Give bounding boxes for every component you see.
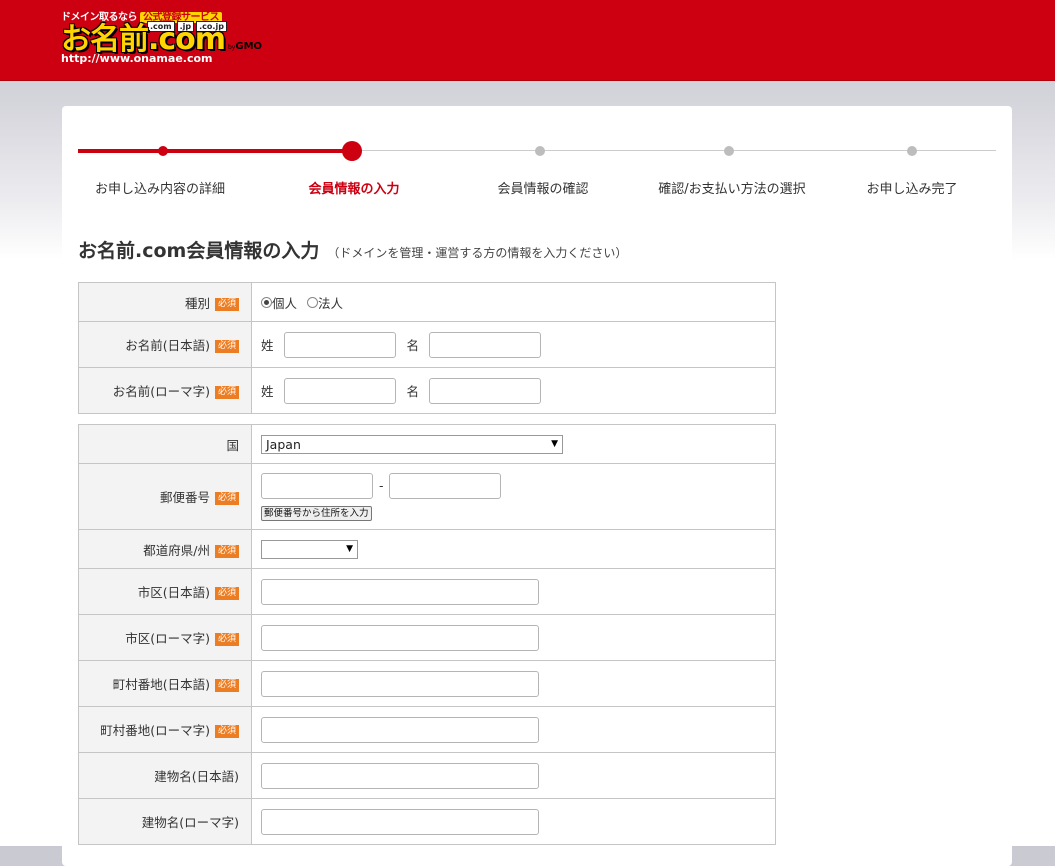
table-row: 町村番地(ローマ字) 必須 [78,706,776,753]
table-row: 都道府県/州 必須 ▼ [78,529,776,569]
table-row: 郵便番号 必須 - 郵便番号から住所を入力 [78,463,776,530]
step-label-member-input: 会員情報の入力 [308,182,400,197]
type-individual-radio[interactable] [261,296,272,308]
step-label-member-confirm: 会員情報の確認 [497,182,589,197]
step-dot-active [342,141,362,161]
chevron-down-icon: ▼ [346,543,353,554]
page-subtitle: （ドメインを管理・運営する方の情報を入力ください） [327,246,628,260]
required-badge: 必須 [214,340,239,353]
field-label: 建物名(日本語) [78,752,252,799]
logo-by-gmo: byGMO [228,41,263,52]
table-row: お名前(日本語) 必須 姓 名 [78,321,776,368]
field-label: お名前(日本語) 必須 [78,321,252,368]
city-jp-input[interactable] [261,578,539,605]
prefecture-select[interactable]: ▼ [261,539,358,559]
postal-lookup-button[interactable]: 郵便番号から住所を入力 [261,505,372,521]
field-label: 市区(ローマ字) 必須 [78,614,252,661]
step-dot [724,146,734,156]
progress-fill [78,149,353,153]
table-row: 種別 必須 個人 法人 [78,282,776,322]
field-label: 国 [78,424,252,464]
step-label-details: お申し込み内容の詳細 [94,182,226,197]
table-row: 建物名(日本語) [78,752,776,799]
chevron-down-icon: ▼ [551,438,558,449]
building-roman-input[interactable] [261,808,539,835]
table-row: 町村番地(日本語) 必須 [78,660,776,707]
onamae-logo[interactable]: ドメイン取るなら 公式登録サービス .com .jp .co.jp お名前.com b… [61,8,283,66]
site-header: ドメイン取るなら 公式登録サービス .com .jp .co.jp お名前.com b… [0,0,1055,81]
country-select[interactable]: Japan ▼ [261,434,563,454]
first-name-roman-input[interactable] [428,377,541,404]
field-label: 町村番地(日本語) 必須 [78,660,252,707]
building-jp-input[interactable] [261,762,539,789]
last-name-roman-input[interactable] [283,377,396,404]
page-title: お名前.com会員情報の入力 （ドメインを管理・運営する方の情報を入力ください） [78,240,628,262]
step-label-complete: お申し込み完了 [866,182,958,197]
street-jp-input[interactable] [261,670,539,697]
step-label-payment: 確認/お支払い方法の選択 [658,182,806,197]
table-row: お名前(ローマ字) 必須 姓 名 [78,367,776,414]
required-badge: 必須 [214,492,239,505]
step-dot [535,146,545,156]
city-roman-input[interactable] [261,624,539,651]
logo-url: http://www.onamae.com [61,52,213,65]
required-badge: 必須 [214,297,239,311]
required-badge: 必須 [214,633,239,646]
last-name-jp-input[interactable] [283,331,396,358]
street-roman-input[interactable] [261,716,539,743]
field-label: 郵便番号 必須 [78,463,252,530]
field-label: 町村番地(ローマ字) 必須 [78,706,252,753]
table-row: 市区(ローマ字) 必須 [78,614,776,661]
required-badge: 必須 [214,679,239,692]
postal-code-second-input[interactable] [389,472,502,499]
first-name-jp-input[interactable] [428,331,541,358]
required-badge: 必須 [214,544,239,558]
step-dot [158,146,168,156]
postal-code-first-input[interactable] [261,472,373,499]
type-corporate-radio[interactable] [307,296,318,308]
field-label: 市区(日本語) 必須 [78,568,252,615]
table-row: 市区(日本語) 必須 [78,568,776,615]
required-badge: 必須 [214,587,239,600]
field-label: 都道府県/州 必須 [78,529,252,569]
address-form-table: 国 Japan ▼ 郵便番号 必須 - 郵便番号から住所を入力 都道府県/州 必須 [78,424,776,845]
required-badge: 必須 [214,386,239,399]
progress-steps: お申し込み内容の詳細 会員情報の入力 会員情報の確認 確認/お支払い方法の選択 … [78,140,996,200]
field-label: 建物名(ローマ字) [78,798,252,845]
field-label: お名前(ローマ字) 必須 [78,367,252,414]
main-card: お申し込み内容の詳細 会員情報の入力 会員情報の確認 確認/お支払い方法の選択 … [62,106,1012,866]
required-badge: 必須 [214,725,239,738]
table-row: 国 Japan ▼ [78,424,776,464]
field-label: 種別 必須 [78,282,252,322]
table-row: 建物名(ローマ字) [78,798,776,845]
step-dot [907,146,917,156]
name-form-table: 種別 必須 個人 法人 お名前(日本語) 必須 姓 名 お名前(ローマ字) 必須 姓 … [78,282,776,414]
